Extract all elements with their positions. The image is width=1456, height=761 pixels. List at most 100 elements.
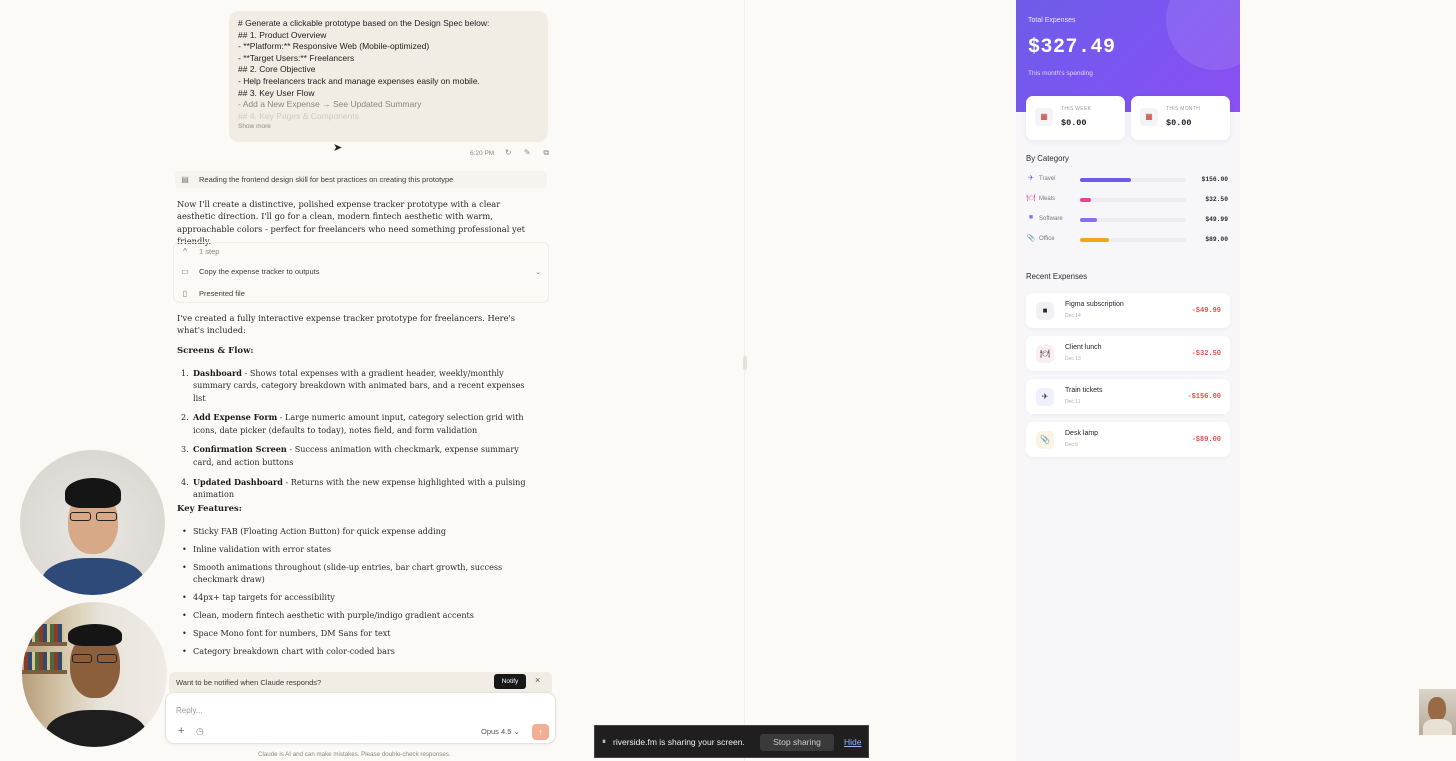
notify-banner: Want to be notified when Claude responds…	[169, 672, 552, 692]
list-item: Category breakdown chart with color-code…	[177, 645, 537, 658]
file-icon: ▯	[182, 289, 188, 298]
calendar-icon: ▦	[1035, 108, 1053, 126]
reply-input[interactable]: Reply...	[176, 706, 203, 715]
self-view-camera	[1419, 689, 1456, 735]
calendar-icon: ▦	[1140, 108, 1158, 126]
week-card[interactable]: ▦ THIS WEEK $0.00	[1026, 96, 1125, 140]
user-message-line: - Add a New Expense → See Updated Summar…	[238, 99, 422, 110]
webcam-participant-1	[20, 450, 165, 595]
features-list: Sticky FAB (Floating Action Button) for …	[177, 525, 537, 663]
screens-heading: Screens & Flow:	[177, 346, 254, 356]
category-amount: $156.00	[1201, 176, 1228, 183]
expense-item[interactable]: ■ Figma subscription Dec 14 -$49.99	[1026, 293, 1230, 328]
step-count-row[interactable]: ^ 1 step	[175, 243, 547, 260]
notify-button[interactable]: Notify	[494, 674, 526, 689]
tool-copy-row[interactable]: ▭ Copy the expense tracker to outputs ⌄	[175, 263, 547, 280]
resize-handle[interactable]	[743, 356, 747, 370]
reply-composer[interactable]: Reply... + ◷ Opus 4.5 ⌄ ↑	[165, 692, 556, 744]
step-count-label: 1 step	[199, 247, 220, 256]
chevron-up-icon: ^	[183, 247, 187, 256]
expense-amount: -$89.00	[1191, 436, 1221, 444]
list-item: 2. Add Expense Form - Large numeric amoun…	[181, 412, 524, 435]
list-item: Sticky FAB (Floating Action Button) for …	[177, 525, 537, 538]
list-item: 3. Confirmation Screen - Success animatio…	[181, 444, 519, 467]
expense-amount: -$32.50	[1191, 350, 1221, 358]
user-message-line: - **Platform:** Responsive Web (Mobile-o…	[238, 41, 430, 52]
tool-presented-label: Presented file	[199, 289, 245, 298]
chevron-down-icon: ⌄	[535, 268, 541, 276]
airplane-icon: ✈	[1036, 388, 1054, 406]
expense-name: Figma subscription	[1065, 301, 1124, 308]
notify-text: Want to be notified when Claude responds…	[176, 677, 322, 687]
tool-presented-row[interactable]: ▯ Presented file	[175, 285, 547, 302]
month-value: $0.00	[1166, 118, 1192, 128]
category-heading: By Category	[1026, 154, 1069, 163]
message-timestamp: 6:20 PM	[470, 149, 495, 157]
user-message-line: - **Target Users:** Freelancers	[238, 52, 355, 63]
list-item-title: Dashboard	[193, 368, 242, 378]
expense-name: Train tickets	[1065, 387, 1103, 394]
month-label: THIS MONTH	[1166, 106, 1201, 112]
list-item-desc: - Shows total expenses with a gradient h…	[193, 368, 525, 403]
list-item-title: Add Expense Form	[193, 412, 278, 423]
webcam-participant-2	[22, 602, 167, 747]
expense-date: Dec 9	[1065, 442, 1079, 448]
show-more-link[interactable]: Show more	[238, 123, 271, 130]
list-item: Space Mono font for numbers, DM Sans for…	[177, 627, 537, 640]
retry-icon[interactable]: ↻	[503, 148, 513, 158]
share-text: riverside.fm is sharing your screen.	[613, 737, 745, 747]
model-label: Opus 4.5	[481, 727, 512, 736]
close-icon[interactable]: ×	[535, 675, 540, 685]
pause-icon[interactable]: ⏸	[602, 737, 606, 747]
category-bar-fill	[1080, 218, 1097, 222]
clock-icon[interactable]: ◷	[196, 726, 204, 737]
list-item-title: Updated Dashboard	[193, 476, 283, 487]
category-amount: $49.99	[1205, 216, 1228, 223]
category-bar-track	[1080, 238, 1186, 242]
terminal-icon: ▭	[181, 267, 189, 276]
category-name: Travel	[1039, 176, 1056, 182]
expense-date: Dec 13	[1065, 356, 1081, 362]
list-item: 4. Updated Dashboard - Returns with the n…	[181, 476, 526, 499]
screen-share-bar: ⏸ riverside.fm is sharing your screen. S…	[594, 725, 869, 758]
expense-amount: -$49.99	[1191, 307, 1221, 315]
category-bar-fill	[1080, 198, 1091, 202]
airplane-icon: ✈	[1028, 175, 1034, 182]
edit-icon[interactable]: ✎	[522, 148, 532, 158]
plus-icon[interactable]: +	[178, 725, 184, 737]
tool-reading-row[interactable]: ▤ Reading the frontend design skill for …	[175, 171, 547, 188]
category-row: 📎 Office $89.00	[1026, 234, 1232, 246]
category-bar-track	[1080, 218, 1186, 222]
expense-amount: -$156.00	[1187, 393, 1221, 401]
expense-name: Client lunch	[1065, 344, 1102, 351]
laptop-icon: ■	[1036, 302, 1054, 320]
expense-name: Desk lamp	[1065, 430, 1099, 437]
category-row: ✈ Travel $156.00	[1026, 174, 1232, 186]
model-selector[interactable]: Opus 4.5 ⌄	[481, 727, 520, 736]
list-item: Clean, modern fintech aesthetic with pur…	[177, 609, 537, 622]
copy-icon[interactable]: ⧉	[541, 148, 551, 158]
recent-heading: Recent Expenses	[1026, 272, 1088, 281]
month-card[interactable]: ▦ THIS MONTH $0.00	[1131, 96, 1230, 140]
expense-item[interactable]: 🍽 Client lunch Dec 13 -$32.50	[1026, 336, 1230, 371]
category-name: Meals	[1039, 196, 1056, 202]
meal-icon: 🍽	[1026, 195, 1036, 202]
list-item-title: Confirmation Screen	[193, 444, 287, 455]
paperclip-icon: 📎	[1026, 235, 1036, 242]
expense-item[interactable]: ✈ Train tickets Dec 11 -$156.00	[1026, 379, 1230, 414]
list-item: Inline validation with error states	[177, 543, 537, 556]
features-heading: Key Features:	[177, 504, 242, 514]
send-button[interactable]: ↑	[532, 724, 549, 740]
expense-item[interactable]: 📎 Desk lamp Dec 9 -$89.00	[1026, 422, 1230, 457]
stop-sharing-button[interactable]: Stop sharing	[760, 734, 834, 751]
expense-prototype: Total Expenses $327.49 This month's spen…	[1016, 0, 1240, 761]
category-bar-track	[1080, 178, 1186, 182]
hide-button[interactable]: Hide	[844, 737, 861, 747]
category-name: Software	[1039, 216, 1063, 222]
user-message-line: ## 3. Key User Flow	[238, 87, 315, 98]
laptop-icon: ■	[1028, 214, 1034, 221]
expense-date: Dec 11	[1065, 399, 1081, 405]
mouse-cursor: ➤	[333, 142, 343, 154]
assistant-intro: Now I'll create a distinctive, polished …	[177, 199, 525, 247]
category-amount: $89.00	[1205, 236, 1228, 243]
